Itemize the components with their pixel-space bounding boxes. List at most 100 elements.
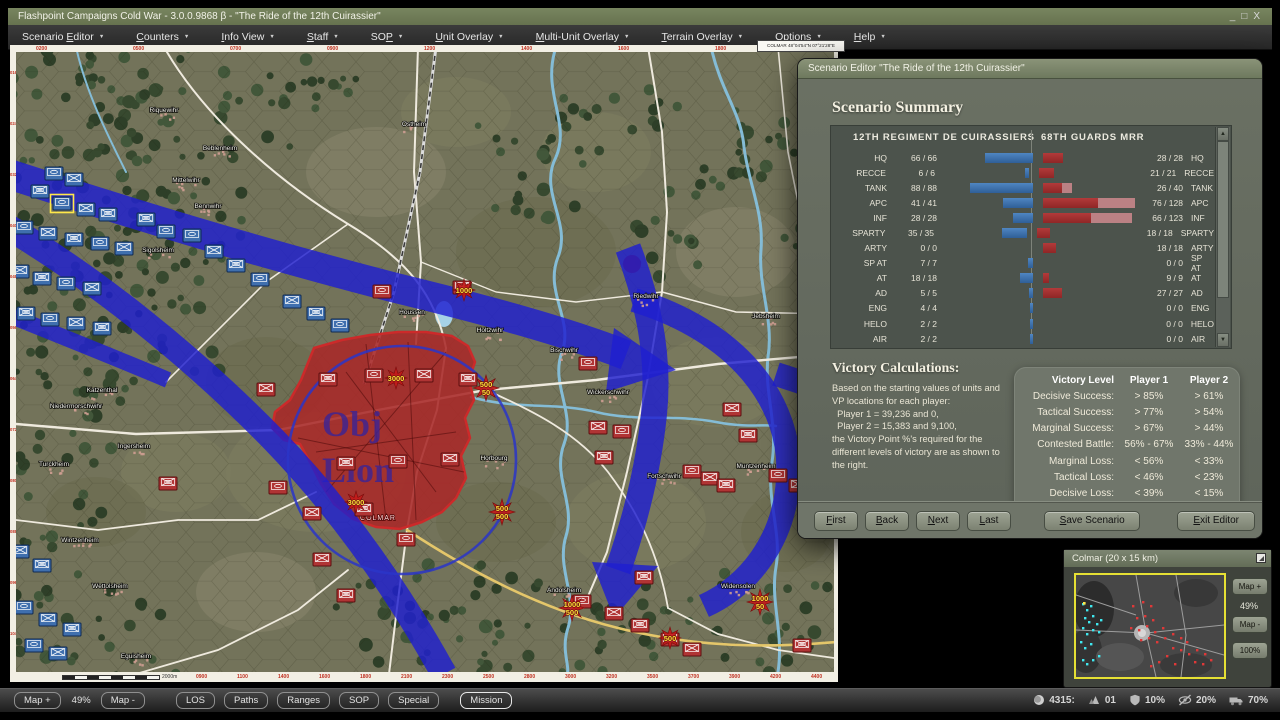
blue-unit-counter[interactable] xyxy=(45,167,63,180)
next-button[interactable]: Next xyxy=(916,511,960,531)
blue-unit-counter[interactable] xyxy=(53,197,71,210)
blue-unit-counter[interactable] xyxy=(16,265,29,278)
scroll-up-icon[interactable]: ▲ xyxy=(1217,127,1229,141)
red-unit-counter[interactable] xyxy=(459,373,477,386)
red-unit-counter[interactable] xyxy=(389,455,407,468)
menu-terrain-overlay[interactable]: Terrain Overlay▼ xyxy=(661,31,743,43)
map-zoom-in-button[interactable]: Map + xyxy=(14,692,61,709)
red-unit-counter[interactable] xyxy=(365,369,383,382)
blue-unit-counter[interactable] xyxy=(65,233,83,246)
blue-unit-counter[interactable] xyxy=(93,322,111,335)
game-map[interactable]: ObjLion RiquewihrOstheimBeblenheimMittel… xyxy=(16,52,834,672)
blue-unit-counter[interactable] xyxy=(39,613,57,626)
minimize-icon[interactable]: _ xyxy=(1230,11,1242,22)
minimap-view[interactable] xyxy=(1074,573,1226,679)
save-scenario-button[interactable]: Save Scenario xyxy=(1044,511,1140,531)
red-unit-counter[interactable] xyxy=(319,373,337,386)
blue-unit-counter[interactable] xyxy=(67,317,85,330)
last-button[interactable]: Last xyxy=(967,511,1011,531)
red-unit-counter[interactable] xyxy=(769,469,787,482)
blue-unit-counter[interactable] xyxy=(65,173,83,186)
blue-unit-counter[interactable] xyxy=(16,545,29,558)
menu-unit-overlay[interactable]: Unit Overlay▼ xyxy=(435,31,503,43)
dialog-titlebar[interactable]: Scenario Editor "The Ride of the 12th Cu… xyxy=(798,59,1262,79)
red-unit-counter[interactable] xyxy=(595,451,613,464)
blue-unit-counter[interactable] xyxy=(331,319,349,332)
blue-unit-counter[interactable] xyxy=(83,282,101,295)
blue-unit-counter[interactable] xyxy=(227,259,245,272)
scroll-down-icon[interactable]: ▼ xyxy=(1217,333,1229,347)
menu-staff[interactable]: Staff▼ xyxy=(307,31,339,43)
red-unit-counter[interactable] xyxy=(613,425,631,438)
blue-unit-counter[interactable] xyxy=(49,647,67,660)
menu-multi-unit-overlay[interactable]: Multi-Unit Overlay▼ xyxy=(536,31,630,43)
menu-scenario-editor[interactable]: Scenario Editor▼ xyxy=(22,31,104,43)
red-unit-counter[interactable] xyxy=(269,481,287,494)
map-zoom-out-button[interactable]: Map - xyxy=(101,692,145,709)
blue-unit-counter[interactable] xyxy=(157,225,175,238)
blue-unit-counter[interactable] xyxy=(283,295,301,308)
menu-help[interactable]: Help▼ xyxy=(854,31,886,43)
blue-unit-counter[interactable] xyxy=(183,229,201,242)
minimap-zoom-reset-button[interactable]: 100% xyxy=(1232,642,1268,659)
mission-button[interactable]: Mission xyxy=(460,692,512,709)
red-unit-counter[interactable] xyxy=(257,383,275,396)
blue-unit-counter[interactable] xyxy=(251,273,269,286)
blue-unit-counter[interactable] xyxy=(17,307,35,320)
minimap-zoom-in-button[interactable]: Map + xyxy=(1232,578,1268,595)
toolbar-sop-button[interactable]: SOP xyxy=(339,692,379,709)
exit-editor-button[interactable]: Exit Editor xyxy=(1177,511,1255,531)
blue-unit-counter[interactable] xyxy=(77,203,95,216)
blue-unit-counter[interactable] xyxy=(16,221,33,234)
red-unit-counter[interactable] xyxy=(373,285,391,298)
blue-unit-counter[interactable] xyxy=(115,242,133,255)
back-button[interactable]: Back xyxy=(865,511,909,531)
blue-unit-counter[interactable] xyxy=(25,639,43,652)
red-unit-counter[interactable] xyxy=(337,589,355,602)
red-unit-counter[interactable] xyxy=(313,553,331,566)
first-button[interactable]: First xyxy=(814,511,858,531)
toolbar-paths-button[interactable]: Paths xyxy=(224,692,268,709)
blue-unit-counter[interactable] xyxy=(99,208,117,221)
red-unit-counter[interactable] xyxy=(589,421,607,434)
blue-unit-counter[interactable] xyxy=(31,185,49,198)
menu-sop[interactable]: SOP▼ xyxy=(371,31,404,43)
red-unit-counter[interactable] xyxy=(701,472,719,485)
red-unit-counter[interactable] xyxy=(415,369,433,382)
window-controls[interactable]: _□X xyxy=(1230,8,1266,25)
popout-icon[interactable] xyxy=(1256,553,1266,563)
blue-unit-counter[interactable] xyxy=(16,601,33,614)
blue-unit-counter[interactable] xyxy=(57,277,75,290)
menu-info-view[interactable]: Info View▼ xyxy=(221,31,274,43)
blue-unit-counter[interactable] xyxy=(307,307,325,320)
red-unit-counter[interactable] xyxy=(303,507,321,520)
blue-unit-counter[interactable] xyxy=(91,237,109,250)
table-scrollbar[interactable]: ▲ ▼ xyxy=(1215,127,1230,347)
red-unit-counter[interactable] xyxy=(683,643,701,656)
red-unit-counter[interactable] xyxy=(397,533,415,546)
blue-unit-counter[interactable] xyxy=(205,245,223,258)
maximize-icon[interactable]: □ xyxy=(1241,11,1253,22)
red-unit-counter[interactable] xyxy=(683,465,701,478)
red-unit-counter[interactable] xyxy=(579,357,597,370)
close-icon[interactable]: X xyxy=(1253,11,1266,22)
red-unit-counter[interactable] xyxy=(635,571,653,584)
red-unit-counter[interactable] xyxy=(723,403,741,416)
scrollbar-thumb[interactable] xyxy=(1217,141,1229,298)
red-unit-counter[interactable] xyxy=(337,457,355,470)
toolbar-ranges-button[interactable]: Ranges xyxy=(277,692,330,709)
blue-unit-counter[interactable] xyxy=(33,272,51,285)
minimap-zoom-out-button[interactable]: Map - xyxy=(1232,616,1268,633)
blue-unit-counter[interactable] xyxy=(41,313,59,326)
red-unit-counter[interactable] xyxy=(793,639,811,652)
blue-unit-counter[interactable] xyxy=(33,559,51,572)
red-unit-counter[interactable] xyxy=(739,429,757,442)
red-unit-counter[interactable] xyxy=(631,619,649,632)
blue-unit-counter[interactable] xyxy=(137,213,155,226)
red-unit-counter[interactable] xyxy=(717,479,735,492)
red-unit-counter[interactable] xyxy=(605,607,623,620)
blue-unit-counter[interactable] xyxy=(39,227,57,240)
red-unit-counter[interactable] xyxy=(159,477,177,490)
menu-counters[interactable]: Counters▼ xyxy=(136,31,189,43)
minimap-titlebar[interactable]: Colmar (20 x 15 km) xyxy=(1064,550,1271,567)
